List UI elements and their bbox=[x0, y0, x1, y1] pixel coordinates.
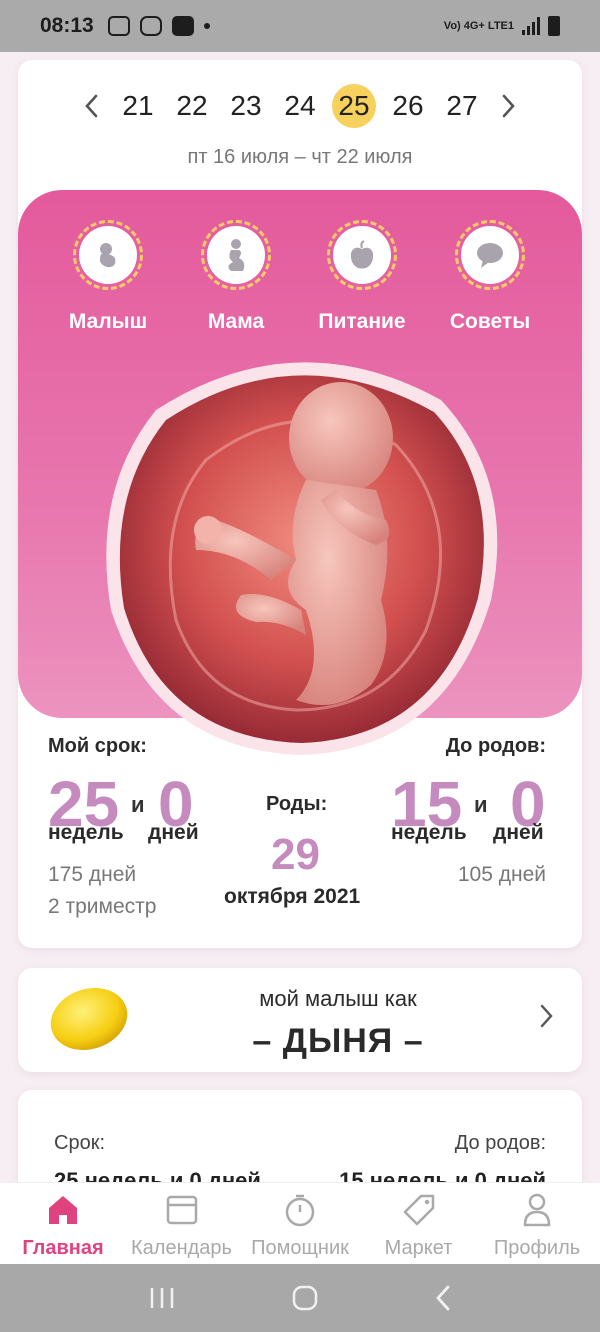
apple-icon bbox=[350, 240, 374, 269]
week-item[interactable]: 21 bbox=[116, 84, 160, 128]
term-trimester: 2 триместр bbox=[48, 895, 157, 918]
category-label: Мама bbox=[207, 310, 265, 333]
pregnant-woman-icon bbox=[228, 239, 245, 271]
instagram-icon bbox=[139, 16, 162, 36]
chevron-right-icon bbox=[540, 1002, 554, 1036]
term-days-unit: дней bbox=[148, 821, 199, 844]
nav-label: Календарь bbox=[131, 1237, 232, 1259]
chevron-left-icon bbox=[85, 94, 98, 118]
category-tips[interactable]: Советы bbox=[430, 220, 550, 334]
birth-label: Роды: bbox=[266, 793, 328, 815]
week-date-range: пт 16 июля – чт 22 июля bbox=[187, 146, 413, 168]
category-label: Советы bbox=[449, 310, 531, 333]
category-circle-inner bbox=[333, 226, 391, 284]
bottom-navigation: Главная Календарь Помощник Маркет Профил… bbox=[0, 1182, 600, 1264]
category-circle bbox=[327, 220, 397, 290]
category-circle-inner bbox=[79, 226, 137, 284]
week-item[interactable]: 22 bbox=[170, 84, 214, 128]
nav-market[interactable]: Маркет bbox=[360, 1183, 478, 1264]
week-item[interactable]: 27 bbox=[440, 84, 484, 128]
term-weeks-unit: недель bbox=[48, 821, 124, 844]
home-button-icon[interactable] bbox=[291, 1284, 319, 1312]
week-item[interactable]: 26 bbox=[386, 84, 430, 128]
term-conjunction: и bbox=[131, 792, 145, 817]
status-notification-icons bbox=[107, 16, 210, 36]
status-system-icons: Vo) 4G+ LTE1 bbox=[444, 16, 560, 36]
system-navigation-bar bbox=[0, 1264, 600, 1332]
summary-remaining-label: До родов: bbox=[454, 1132, 546, 1154]
category-label: Питание bbox=[318, 310, 406, 333]
nav-label: Главная bbox=[22, 1237, 104, 1259]
remaining-conjunction: и bbox=[474, 792, 488, 817]
week-selector: 21 22 23 24 25 26 27 bbox=[18, 82, 582, 130]
fetus-illustration bbox=[96, 350, 504, 760]
until-birth-label: До родов: bbox=[445, 735, 546, 757]
timer-icon bbox=[285, 1194, 315, 1227]
more-notifications-dot bbox=[203, 23, 210, 29]
term-total-days: 175 дней bbox=[48, 863, 137, 886]
next-week-button[interactable] bbox=[489, 84, 529, 128]
week-item[interactable]: 23 bbox=[224, 84, 268, 128]
week-item[interactable]: 24 bbox=[278, 84, 322, 128]
category-nutrition[interactable]: Питание bbox=[302, 220, 422, 334]
category-row: Малыш Мама Питание Советы bbox=[18, 220, 582, 333]
category-label: Малыш bbox=[68, 310, 148, 333]
baby-size-card[interactable]: мой малыш как – ДЫНЯ – bbox=[18, 968, 582, 1072]
prev-week-button[interactable] bbox=[71, 84, 111, 128]
birth-day: 29 bbox=[271, 830, 320, 879]
baby-icon bbox=[99, 243, 116, 268]
tag-icon bbox=[403, 1194, 434, 1226]
category-circle-inner bbox=[461, 226, 519, 284]
category-circle bbox=[73, 220, 143, 290]
recent-apps-icon[interactable] bbox=[147, 1286, 177, 1310]
signal-icon bbox=[522, 17, 540, 35]
remaining-total-days: 105 дней bbox=[457, 863, 546, 886]
message-icon bbox=[171, 16, 194, 36]
battery-icon bbox=[548, 16, 560, 36]
baby-size-fruit: – ДЫНЯ – bbox=[252, 1022, 424, 1060]
week-hero-panel: Малыш Мама Питание Советы bbox=[18, 190, 582, 755]
pregnancy-week-card: 21 22 23 24 25 26 27 пт 16 июля – чт 22 … bbox=[18, 60, 582, 948]
remaining-weeks-unit: недель bbox=[391, 821, 467, 844]
week-item-active[interactable]: 25 bbox=[332, 84, 376, 128]
status-bar: 08:13 Vo) 4G+ LTE1 bbox=[0, 0, 600, 52]
category-circle bbox=[201, 220, 271, 290]
melon-icon bbox=[50, 988, 128, 1050]
speech-bubble-icon bbox=[477, 243, 503, 268]
category-mom[interactable]: Мама bbox=[176, 220, 296, 334]
nav-calendar[interactable]: Календарь bbox=[123, 1183, 241, 1264]
notification-app-icon bbox=[107, 16, 130, 36]
back-icon[interactable] bbox=[433, 1284, 453, 1312]
category-baby[interactable]: Малыш bbox=[48, 220, 168, 334]
nav-label: Профиль bbox=[493, 1237, 581, 1259]
home-icon bbox=[49, 1196, 77, 1224]
birth-month-year: октября 2021 bbox=[224, 885, 361, 908]
summary-term-label: Срок: bbox=[54, 1132, 105, 1154]
baby-size-caption: мой малыш как bbox=[259, 986, 417, 1011]
nav-assistant[interactable]: Помощник bbox=[241, 1183, 359, 1264]
chevron-right-icon bbox=[502, 94, 515, 118]
nav-label: Маркет bbox=[384, 1237, 453, 1259]
nav-profile[interactable]: Профиль bbox=[478, 1183, 596, 1264]
category-circle bbox=[455, 220, 525, 290]
nav-label: Помощник bbox=[251, 1237, 349, 1259]
calendar-icon bbox=[166, 1195, 197, 1225]
status-time: 08:13 bbox=[40, 14, 94, 37]
network-label: Vo) 4G+ LTE1 bbox=[443, 20, 514, 32]
category-circle-inner bbox=[207, 226, 265, 284]
fetus-image bbox=[106, 362, 498, 755]
nav-home[interactable]: Главная bbox=[4, 1183, 122, 1264]
remaining-days-unit: дней bbox=[493, 821, 544, 844]
profile-icon bbox=[523, 1193, 551, 1227]
my-term-label: Мой срок: bbox=[48, 735, 147, 757]
